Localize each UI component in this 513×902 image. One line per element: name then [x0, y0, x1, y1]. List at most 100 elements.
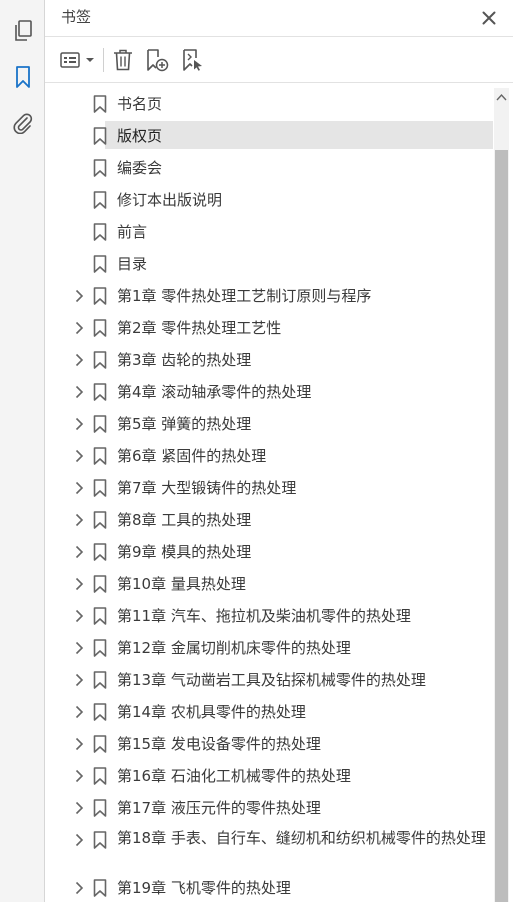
delete-button[interactable] [111, 47, 135, 73]
bookmark-item[interactable]: 第13章 气动凿岩工具及钻探机械零件的热处理 [45, 664, 493, 696]
bookmark-label: 版权页 [117, 127, 163, 145]
bookmark-item[interactable]: 第14章 农机具零件的热处理 [45, 696, 493, 728]
chevron-right-icon[interactable] [72, 608, 86, 624]
bookmark-item[interactable]: 第4章 滚动轴承零件的热处理 [45, 376, 493, 408]
bookmark-icon [93, 735, 107, 753]
bookmark-label: 第7章 大型锻铸件的热处理 [117, 479, 297, 497]
chevron-right-icon[interactable] [72, 672, 86, 688]
bookmark-label: 前言 [117, 223, 148, 241]
bookmark-item[interactable]: 编委会 [45, 152, 493, 184]
chevron-right-icon[interactable] [72, 576, 86, 592]
new-bookmark-icon [147, 49, 169, 72]
chevron-right-icon[interactable] [72, 448, 86, 464]
bookmark-label: 书名页 [117, 95, 163, 113]
chevron-right-icon[interactable] [72, 832, 86, 848]
chevron-right-icon[interactable] [72, 320, 86, 336]
chevron-right-icon[interactable] [72, 704, 86, 720]
chevron-right-icon[interactable] [72, 480, 86, 496]
bookmark-label: 第13章 气动凿岩工具及钻探机械零件的热处理 [117, 671, 426, 689]
bookmark-item[interactable]: 第17章 液压元件的零件热处理 [45, 792, 493, 824]
bookmark-item[interactable]: 第16章 石油化工机械零件的热处理 [45, 760, 493, 792]
bookmark-icon [93, 831, 107, 849]
bookmark-icon [93, 543, 107, 561]
bookmark-label: 第6章 紧固件的热处理 [117, 447, 267, 465]
bookmark-label: 第18章 手表、自行车、缝纫机和纺织机械零件的热处理 [117, 829, 486, 847]
new-bookmark-button[interactable] [144, 47, 170, 73]
bookmark-item[interactable]: 第5章 弹簧的热处理 [45, 408, 493, 440]
bookmark-from-structure-button[interactable] [180, 47, 206, 73]
bookmark-item[interactable]: 修订本出版说明 [45, 184, 493, 216]
bookmark-icon [93, 767, 107, 785]
bookmark-icon [93, 191, 107, 209]
bookmark-label: 修订本出版说明 [117, 191, 223, 209]
bookmark-icon[interactable] [0, 59, 45, 95]
bookmark-icon [93, 287, 107, 305]
bookmark-item[interactable]: 目录 [45, 248, 493, 280]
bookmark-label: 第16章 石油化工机械零件的热处理 [117, 767, 351, 785]
attachment-icon[interactable] [0, 105, 45, 141]
close-icon[interactable] [477, 6, 501, 30]
vertical-scrollbar[interactable] [494, 88, 509, 902]
chevron-right-icon[interactable] [72, 512, 86, 528]
options-menu-icon [60, 52, 94, 68]
chevron-right-icon[interactable] [72, 800, 86, 816]
bookmark-icon [93, 415, 107, 433]
bookmark-item[interactable]: 第12章 金属切削机床零件的热处理 [45, 632, 493, 664]
bookmark-item[interactable]: 第2章 零件热处理工艺性 [45, 312, 493, 344]
bookmark-label: 第5章 弹簧的热处理 [117, 415, 252, 433]
chevron-right-icon[interactable] [72, 288, 86, 304]
bookmark-label: 第3章 齿轮的热处理 [117, 351, 252, 369]
options-menu-button[interactable] [59, 47, 97, 73]
scroll-thumb[interactable] [495, 150, 508, 902]
toolbar-separator [103, 48, 104, 72]
bookmark-label: 第11章 汽车、拖拉机及柴油机零件的热处理 [117, 607, 411, 625]
bookmark-label: 第12章 金属切削机床零件的热处理 [117, 639, 351, 657]
bookmark-label: 编委会 [117, 159, 163, 177]
bookmark-icon [93, 159, 107, 177]
bookmark-label: 第8章 工具的热处理 [117, 511, 252, 529]
bookmarks-panel: 书签 书名页 版权页 编委会 修订本出版说明 前言 目录 第1章 零件热处理工艺… [45, 0, 513, 902]
bookmark-item[interactable]: 第6章 紧固件的热处理 [45, 440, 493, 472]
bookmark-item[interactable]: 书名页 [45, 88, 493, 120]
bookmark-item[interactable]: 第11章 汽车、拖拉机及柴油机零件的热处理 [45, 600, 493, 632]
bookmark-item[interactable]: 前言 [45, 216, 493, 248]
chevron-right-icon[interactable] [72, 416, 86, 432]
bookmark-icon [93, 607, 107, 625]
bookmark-item[interactable]: 第7章 大型锻铸件的热处理 [45, 472, 493, 504]
bookmark-item[interactable]: 第1章 零件热处理工艺制订原则与程序 [45, 280, 493, 312]
bookmark-item[interactable]: 第8章 工具的热处理 [45, 504, 493, 536]
panel-header: 书签 [45, 0, 513, 37]
bookmark-icon [93, 671, 107, 689]
bookmark-item[interactable]: 第9章 模具的热处理 [45, 536, 493, 568]
bookmark-icon [93, 223, 107, 241]
bookmark-icon [93, 879, 107, 897]
chevron-right-icon[interactable] [72, 736, 86, 752]
bookmark-icon [93, 703, 107, 721]
chevron-right-icon[interactable] [72, 352, 86, 368]
bookmark-tree: 书名页版权页编委会修订本出版说明 前言目录 第1章 零件热处理工艺制订原则与程序 第2… [45, 84, 513, 902]
bookmark-icon [93, 511, 107, 529]
chevron-right-icon[interactable] [72, 384, 86, 400]
chevron-right-icon[interactable] [72, 544, 86, 560]
chevron-right-icon[interactable] [72, 768, 86, 784]
bookmark-item[interactable]: 第3章 齿轮的热处理 [45, 344, 493, 376]
bookmark-icon [93, 319, 107, 337]
bookmark-from-structure-icon [183, 49, 202, 71]
navigation-rail [0, 0, 45, 902]
bookmark-icon [93, 799, 107, 817]
panel-title: 书签 [61, 8, 92, 26]
bookmark-item[interactable]: 第10章 量具热处理 [45, 568, 493, 600]
bookmark-label: 第4章 滚动轴承零件的热处理 [117, 383, 312, 401]
chevron-right-icon[interactable] [72, 880, 86, 896]
chevron-right-icon[interactable] [72, 640, 86, 656]
bookmark-item[interactable]: 版权页 [45, 120, 493, 152]
scroll-up-arrow-icon[interactable] [494, 88, 509, 106]
bookmark-label: 第10章 量具热处理 [117, 575, 246, 593]
bookmark-label: 第15章 发电设备零件的热处理 [117, 735, 321, 753]
pages-icon[interactable] [0, 13, 45, 49]
bookmarks-window: 书签 书名页 版权页 编委会 修订本出版说明 前言 目录 第1章 零件热处理工艺… [0, 0, 513, 902]
bookmark-item[interactable]: 第19章 飞机零件的热处理 [45, 872, 493, 902]
bookmark-item[interactable]: 第18章 手表、自行车、缝纫机和纺织机械零件的热处理 [45, 824, 493, 872]
bookmark-item[interactable]: 第15章 发电设备零件的热处理 [45, 728, 493, 760]
bookmark-icon [93, 95, 107, 113]
